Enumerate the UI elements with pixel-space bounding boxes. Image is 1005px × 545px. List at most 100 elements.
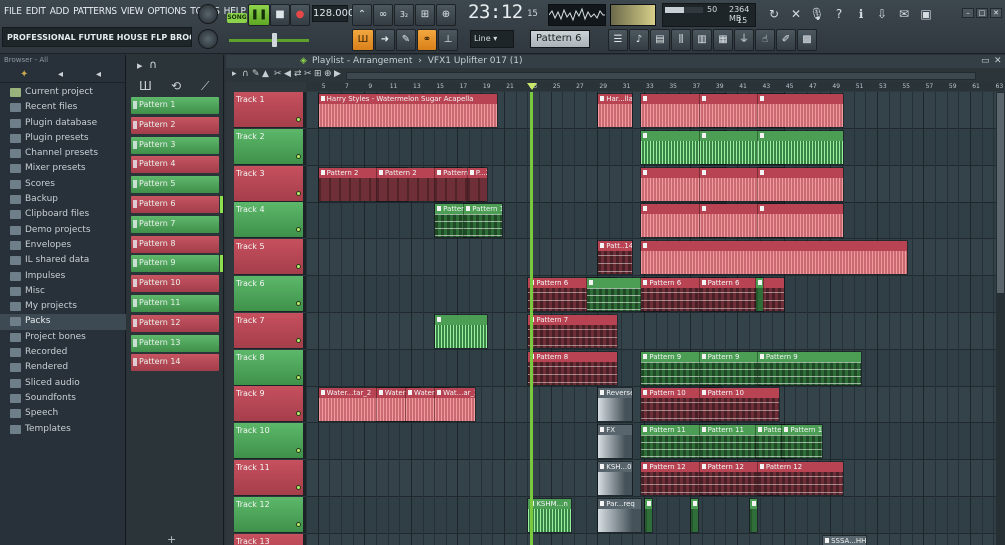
channel-button[interactable]: ▥ xyxy=(692,29,712,51)
channel-rack-button[interactable]: ▤ xyxy=(650,29,670,51)
browser-item[interactable]: Envelopes xyxy=(0,238,126,253)
step-edit-button[interactable]: ⊞ xyxy=(415,4,435,26)
window-max-icon[interactable]: ▭ xyxy=(981,55,990,68)
browser-item[interactable]: Backup xyxy=(0,192,126,207)
playlist-clip[interactable]: Pattern 10 xyxy=(698,387,780,423)
track-header[interactable]: Track 5 xyxy=(234,239,306,276)
playlist-clip[interactable]: Wat...ar_2 xyxy=(434,387,476,423)
close-button[interactable]: ✕ xyxy=(990,8,1002,18)
pattern-item[interactable]: Pattern 5 xyxy=(131,176,219,194)
browser-item[interactable]: Plugin presets xyxy=(0,131,126,146)
arrow-button[interactable]: ➜ xyxy=(375,29,395,51)
song-mode-badge[interactable]: SONG xyxy=(227,13,247,23)
browser-item[interactable]: My projects xyxy=(0,299,126,314)
menu-file[interactable]: FILE xyxy=(2,4,24,22)
browser-button[interactable]: ▦ xyxy=(713,29,733,51)
playlist-clip[interactable] xyxy=(756,129,844,165)
minimize-button[interactable]: – xyxy=(962,8,974,18)
pattern-item[interactable]: Pattern 9 xyxy=(131,255,223,273)
snap-selector[interactable]: Line ▾ xyxy=(470,30,514,48)
track-header[interactable]: Track 6 xyxy=(234,276,306,312)
track-header[interactable]: Track 10 xyxy=(234,423,306,460)
pattern-item[interactable]: Pattern 11 xyxy=(131,294,219,312)
playlist-clip[interactable]: Harry Styles - Watermelon Sugar Acapella xyxy=(317,93,499,128)
browser-item[interactable]: Recorded xyxy=(0,345,126,360)
zoom-icon[interactable]: ⊕ xyxy=(324,69,332,81)
info-button[interactable]: ℹ xyxy=(851,3,871,25)
pattern-item[interactable]: Pattern 1 xyxy=(131,97,219,114)
templates-button[interactable]: ▩ xyxy=(797,29,817,51)
menu-edit[interactable]: EDIT xyxy=(24,4,48,22)
playlist-clip[interactable]: Pattern 7 xyxy=(527,313,618,349)
pattern-item[interactable]: Pattern 14 xyxy=(131,354,219,372)
browser-item[interactable]: Channel presets xyxy=(0,146,126,161)
browser-item[interactable]: Speech xyxy=(0,406,126,421)
browser-item[interactable]: Recent files xyxy=(0,100,126,115)
vertical-scrollbar[interactable] xyxy=(996,92,1005,545)
pattern-item[interactable]: Pattern 3 xyxy=(131,136,219,154)
snap-magnet-button[interactable]: ⚭ xyxy=(417,29,437,51)
browser-item[interactable]: Soundfonts xyxy=(0,391,126,406)
playlist-clip[interactable]: KSH...05 xyxy=(597,461,634,496)
pattern-item[interactable]: Pattern 6 xyxy=(131,195,223,213)
playlist-clip[interactable]: Pattern 6 xyxy=(698,277,786,312)
pattern-item[interactable]: Pattern 13 xyxy=(131,334,219,352)
master-fader-handle[interactable] xyxy=(272,33,277,47)
track-header[interactable]: Track 4 xyxy=(234,202,306,239)
pattern-item[interactable]: Pattern 2 xyxy=(131,116,219,134)
touch-keyboard-button[interactable]: ☝ xyxy=(755,29,775,51)
mixer-button[interactable]: ⫼ xyxy=(671,29,691,51)
online-news-button[interactable]: ↻ xyxy=(764,3,784,25)
track-header[interactable]: Track 3 xyxy=(234,165,306,202)
help-button[interactable]: ? xyxy=(829,3,849,25)
track-mute-led[interactable] xyxy=(296,448,301,454)
browser-item[interactable]: Impulses xyxy=(0,269,126,284)
playlist-button[interactable]: ☰ xyxy=(608,29,628,51)
window-close-icon[interactable]: ✕ xyxy=(994,55,1002,68)
track-header[interactable]: Track 9 xyxy=(234,386,306,423)
brush-button[interactable]: ✐ xyxy=(776,29,796,51)
speaker-icon[interactable]: ◂ xyxy=(58,69,63,80)
playlist-clip[interactable] xyxy=(756,166,844,202)
chat-button[interactable]: ✉ xyxy=(894,3,914,25)
track-mute-led[interactable] xyxy=(296,117,301,122)
playlist-clip[interactable]: Pattern 12 xyxy=(756,461,844,496)
browser-item[interactable]: Templates xyxy=(0,422,126,437)
browser-item[interactable]: IL shared data xyxy=(0,253,126,268)
countdown-button[interactable]: 3₂ xyxy=(394,4,414,26)
record-button[interactable]: ● xyxy=(290,4,310,26)
playlist-clip[interactable]: Pattern 11 xyxy=(781,424,823,460)
menu-view[interactable]: VIEW xyxy=(119,4,146,22)
browser-item[interactable]: Plugin database xyxy=(0,116,126,131)
playback-icon[interactable]: ▶ xyxy=(334,69,341,81)
add-pattern-button[interactable]: + xyxy=(167,533,176,545)
metronome-button[interactable]: ⌃ xyxy=(352,4,372,26)
track-mute-led[interactable] xyxy=(296,190,301,196)
playlist-clip[interactable]: P...2 xyxy=(466,166,489,202)
browser-item[interactable]: Demo projects xyxy=(0,223,126,238)
browser-item[interactable]: Rendered xyxy=(0,360,126,375)
pattern-song-toggle[interactable]: Ш xyxy=(352,29,374,51)
playlist-clip[interactable]: SSSA...HHHH xyxy=(822,534,868,545)
pattern-item[interactable]: Pattern 10 xyxy=(131,275,219,293)
magnet-icon[interactable]: ∩ xyxy=(149,58,157,71)
playlist-clip[interactable] xyxy=(748,497,758,533)
playlist-clip[interactable]: Patt..14 xyxy=(597,240,634,276)
pattern-item[interactable]: Pattern 4 xyxy=(131,156,219,174)
pattern-selector[interactable]: Pattern 6 xyxy=(530,30,590,48)
track-mute-led[interactable] xyxy=(296,301,301,306)
stop-button[interactable]: ■ xyxy=(270,4,290,26)
delete-icon[interactable]: ✂ xyxy=(274,69,282,81)
automation-icon[interactable]: ⟲ xyxy=(171,79,181,93)
snap-icon[interactable]: ∩ xyxy=(242,69,249,81)
timeline-ruler[interactable]: 5 7 9 11 13 15 17 19 21 23 25 27 29 31 33 35 37 39 41 43 45 4… xyxy=(306,82,1005,91)
browser-item[interactable]: Clipboard files xyxy=(0,207,126,222)
pattern-item[interactable]: Pattern 7 xyxy=(131,215,219,233)
slip-icon[interactable]: ⇄ xyxy=(294,69,302,81)
paint-icon[interactable]: ✎ xyxy=(252,69,260,81)
plugin-picker-button[interactable]: ⏚ xyxy=(734,29,754,51)
playlist-menu-icon[interactable]: ▸ xyxy=(232,69,237,81)
playlist-clip[interactable]: Pattern 13 xyxy=(463,203,503,239)
save-button[interactable]: ⇩ xyxy=(872,3,892,25)
pattern-item[interactable]: Pattern 12 xyxy=(131,314,219,332)
